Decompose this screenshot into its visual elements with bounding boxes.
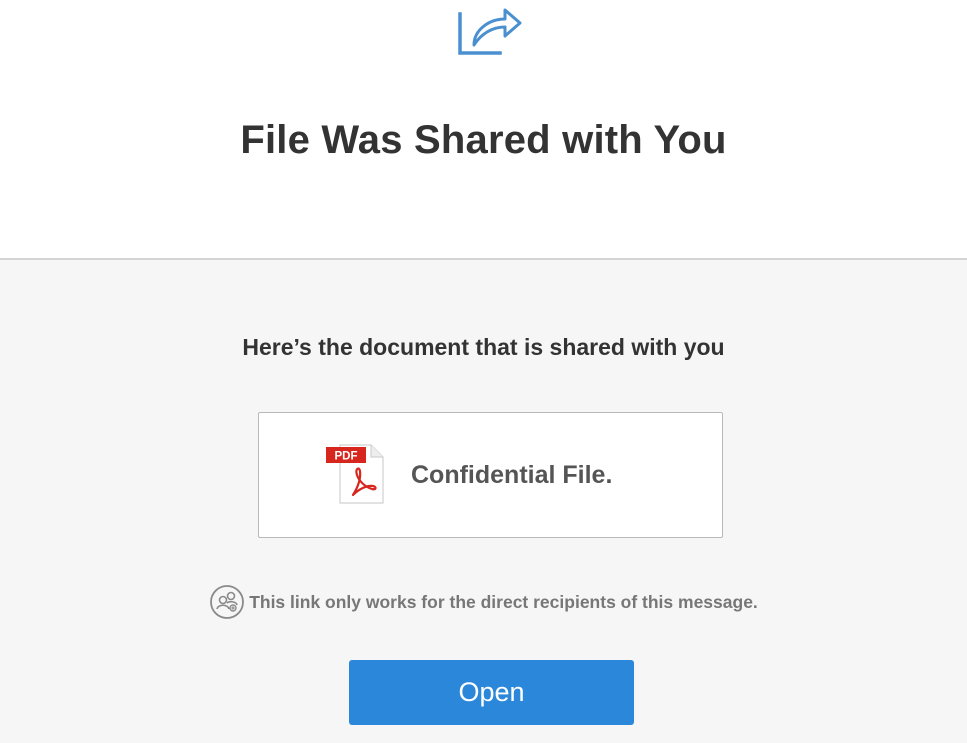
file-name: Confidential File. [411,461,613,489]
recipients-icon [210,585,245,619]
subtitle: Here’s the document that is shared with … [242,334,725,360]
file-card[interactable]: PDF Confidential File. [258,412,723,538]
recipients-notice: This link only works for the direct reci… [0,584,967,620]
notice-text: This link only works for the direct reci… [249,591,758,612]
pdf-badge-label: PDF [335,451,358,463]
header-section: File Was Shared with You [0,0,967,260]
share-forward-icon [458,8,522,55]
page-title: File Was Shared with You [240,118,727,162]
open-button[interactable]: Open [349,660,634,725]
content-section: Here’s the document that is shared with … [0,262,967,743]
pdf-file-icon: PDF [326,444,384,504]
